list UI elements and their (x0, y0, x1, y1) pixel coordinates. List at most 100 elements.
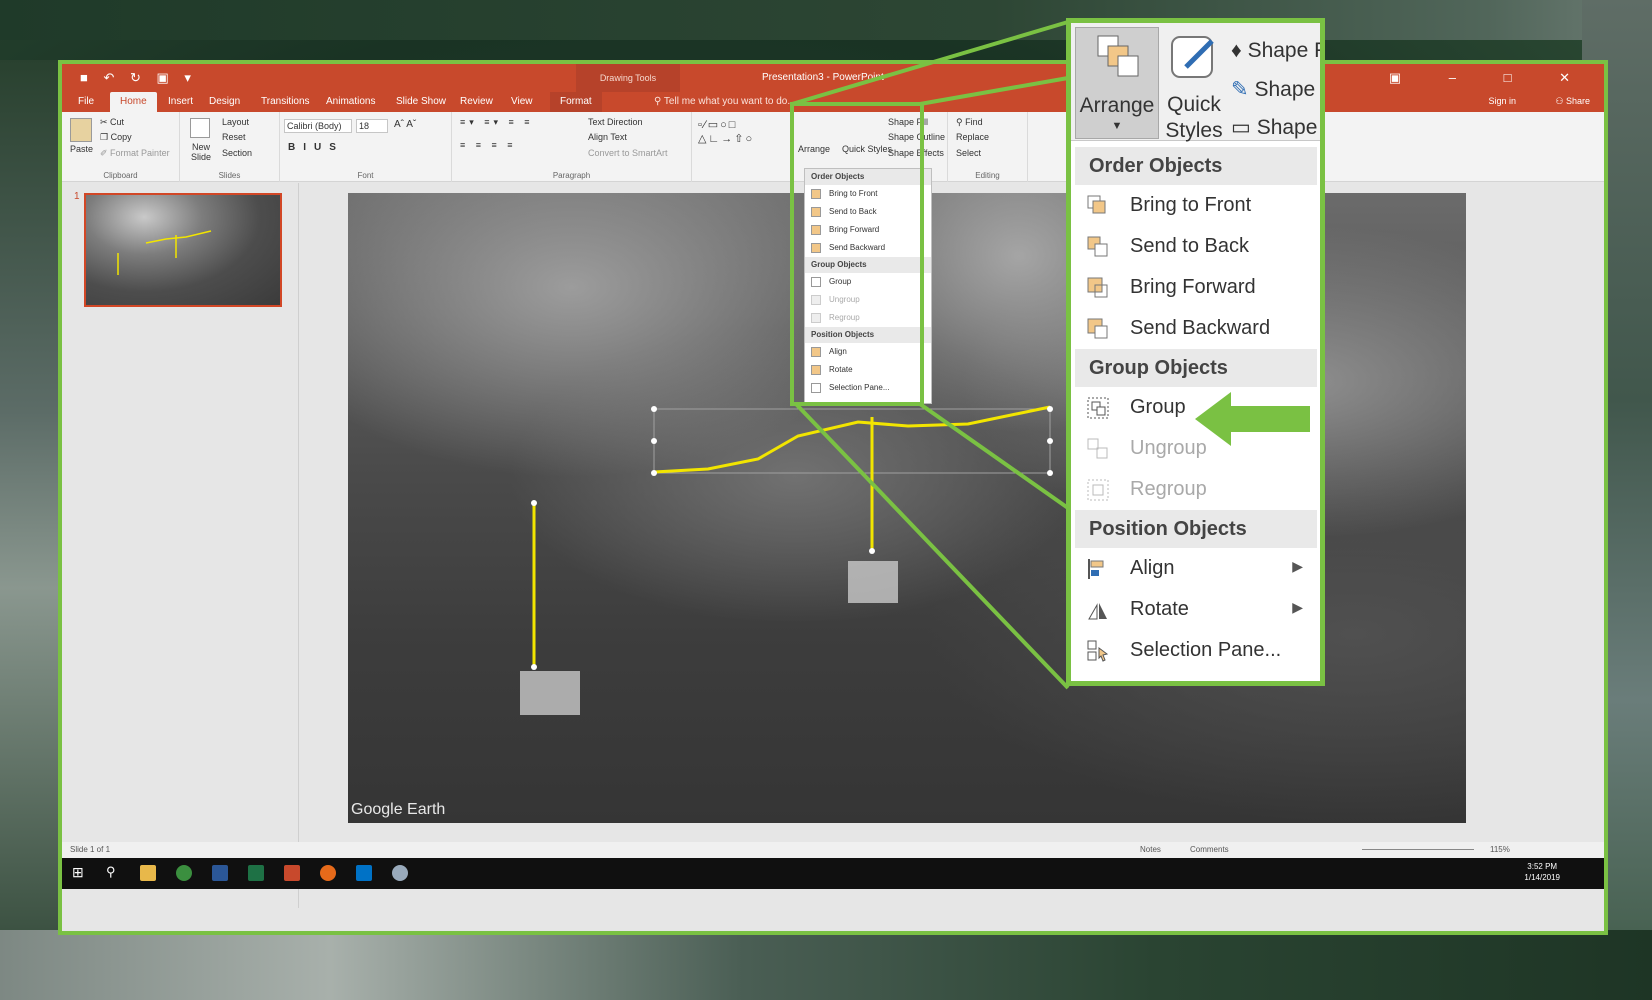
outlook-icon[interactable] (356, 865, 372, 881)
align-buttons[interactable]: ≡ ≡ ≡ ≡ (460, 140, 517, 150)
shapes-gallery[interactable]: ▫∕▭○□ △∟→⇧○ (692, 112, 792, 182)
new-slide-button[interactable]: New Slide (186, 142, 216, 162)
zoomed-regroup-item: Regroup (1075, 469, 1317, 510)
zoomed-shape-outline[interactable]: ✎ Shape O (1231, 77, 1320, 102)
copy-label: Copy (110, 132, 132, 142)
tab-animations[interactable]: Animations (326, 96, 375, 107)
zoom-level[interactable]: 115% (1490, 845, 1510, 854)
google-earth-icon[interactable] (392, 865, 408, 881)
window-controls[interactable]: ▣ – □ ✕ (1389, 70, 1592, 86)
select-button[interactable]: Select (956, 148, 981, 158)
regroup-icon (811, 313, 821, 323)
group-item[interactable]: Group (805, 273, 931, 291)
zoomed-shape-effects[interactable]: ▭ Shape E (1231, 115, 1320, 140)
zoom-slider[interactable] (1362, 849, 1474, 850)
send-backward-item[interactable]: Send Backward (805, 239, 931, 257)
tab-insert[interactable]: Insert (168, 96, 193, 107)
selection-pane-item[interactable]: Selection Pane... (805, 379, 931, 397)
zoomed-bring-to-front-item[interactable]: Bring to Front (1075, 185, 1317, 226)
group-icon (1087, 397, 1109, 419)
zoomed-order-objects-header: Order Objects (1075, 147, 1317, 185)
zoomed-align-item[interactable]: Align ▶ (1075, 548, 1317, 589)
firefox-icon[interactable] (320, 865, 336, 881)
font-style-buttons[interactable]: BIUS (288, 142, 344, 153)
slide-thumbnail[interactable] (84, 193, 282, 307)
zoomed-selection-pane-item[interactable]: Selection Pane... (1075, 630, 1317, 674)
align-text-button[interactable]: Align Text (588, 132, 627, 142)
zoomed-ribbon: Arrange ▼ Quick Styles ▾ ♦ Shape F ✎ Sha… (1071, 23, 1320, 167)
paste-icon[interactable] (70, 118, 92, 142)
align-icon (1088, 559, 1104, 579)
pointer-arrow-icon (1195, 392, 1310, 446)
paste-button[interactable]: Paste (70, 144, 93, 154)
align-item[interactable]: Align (805, 343, 931, 361)
list-buttons[interactable]: ≡▾ ≡▾ ≡ ≡ (460, 117, 534, 128)
zoomed-arrange-button[interactable]: Arrange ▼ (1075, 27, 1159, 139)
cut-label: Cut (110, 117, 125, 127)
bring-to-front-label: Bring to Front (829, 189, 878, 198)
drawing-tools-label: Drawing Tools (576, 64, 680, 92)
chrome-icon[interactable] (176, 865, 192, 881)
shapes-icons-row2[interactable]: △∟→⇧○ (698, 132, 754, 145)
zoomed-bring-forward-item[interactable]: Bring Forward (1075, 267, 1317, 308)
comments-button[interactable]: Comments (1190, 845, 1229, 854)
clipboard-group: Paste ✂ Cut ❐ Copy ✐ Format Painter Clip… (62, 112, 180, 182)
reset-button[interactable]: Reset (222, 132, 246, 142)
shapes-icons[interactable]: ▫∕▭○□ (698, 118, 737, 131)
tab-view[interactable]: View (511, 96, 533, 107)
selection-pane-icon (1087, 640, 1109, 662)
word-icon[interactable] (212, 865, 228, 881)
windows-start-icon[interactable]: ⊞ (72, 864, 84, 881)
quick-styles-button[interactable]: Quick Styles (842, 144, 892, 154)
tab-review[interactable]: Review (460, 96, 493, 107)
shape-effects-button[interactable]: Shape Effects (888, 148, 944, 158)
arrange-button[interactable]: Arrange (798, 144, 830, 154)
send-to-back-item[interactable]: Send to Back (805, 203, 931, 221)
powerpoint-icon[interactable] (284, 865, 300, 881)
tab-format[interactable]: Format (550, 92, 602, 112)
zoomed-rotate-item[interactable]: Rotate ▶ (1075, 589, 1317, 630)
sign-in-link[interactable]: Sign in (1488, 96, 1516, 106)
tab-transitions[interactable]: Transitions (261, 96, 310, 107)
smartart-button[interactable]: Convert to SmartArt (588, 148, 668, 158)
notes-button[interactable]: Notes (1140, 845, 1161, 854)
zoomed-send-backward-item[interactable]: Send Backward (1075, 308, 1317, 349)
effects-icon: ▭ (1231, 116, 1251, 139)
zoomed-quick-styles-button[interactable]: Quick Styles ▾ (1159, 27, 1229, 167)
tab-home[interactable]: Home (110, 92, 157, 112)
tell-me-search[interactable]: ⚲ Tell me what you want to do... (654, 96, 796, 107)
new-slide-icon[interactable] (190, 118, 210, 138)
replace-button[interactable]: Replace (956, 132, 989, 142)
aerial-background-left (0, 60, 60, 940)
share-button[interactable]: ⚇ Share (1555, 96, 1590, 107)
cut-button[interactable]: ✂ Cut (100, 117, 124, 128)
find-button[interactable]: ⚲ Find (956, 117, 983, 128)
bring-to-front-item[interactable]: Bring to Front (805, 185, 931, 203)
shape-fill-button[interactable]: Shape Fill (888, 117, 928, 127)
format-painter-button[interactable]: ✐ Format Painter (100, 148, 170, 159)
tab-slide-show[interactable]: Slide Show (396, 96, 446, 107)
text-direction-button[interactable]: Text Direction (588, 117, 643, 127)
excel-icon[interactable] (248, 865, 264, 881)
copy-button[interactable]: ❐ Copy (100, 132, 132, 143)
file-explorer-icon[interactable] (140, 865, 156, 881)
bring-forward-item[interactable]: Bring Forward (805, 221, 931, 239)
selection-pane-icon (811, 383, 821, 393)
shape-outline-button[interactable]: Shape Outline (888, 132, 945, 142)
order-objects-header: Order Objects (805, 169, 931, 185)
tab-file[interactable]: File (78, 96, 94, 107)
taskbar-clock[interactable]: 3:52 PM 1/14/2019 (1524, 861, 1560, 883)
rotate-item[interactable]: Rotate (805, 361, 931, 379)
font-size-buttons[interactable]: Aˆ Aˇ (394, 119, 416, 130)
paint-bucket-icon: ♦ (1231, 39, 1242, 62)
quick-access-toolbar[interactable]: ■ ↶ ↻ ▣ ▾ (80, 70, 197, 86)
tab-design[interactable]: Design (209, 96, 240, 107)
font-name-input[interactable]: Calibri (Body) (284, 119, 352, 133)
section-button[interactable]: Section (222, 148, 252, 158)
group-icon (811, 277, 821, 287)
zoomed-send-to-back-item[interactable]: Send to Back (1075, 226, 1317, 267)
search-icon[interactable]: ⚲ (106, 864, 116, 880)
zoomed-shape-fill[interactable]: ♦ Shape F (1231, 39, 1320, 63)
font-size-input[interactable]: 18 (356, 119, 388, 133)
layout-button[interactable]: Layout (222, 117, 249, 127)
